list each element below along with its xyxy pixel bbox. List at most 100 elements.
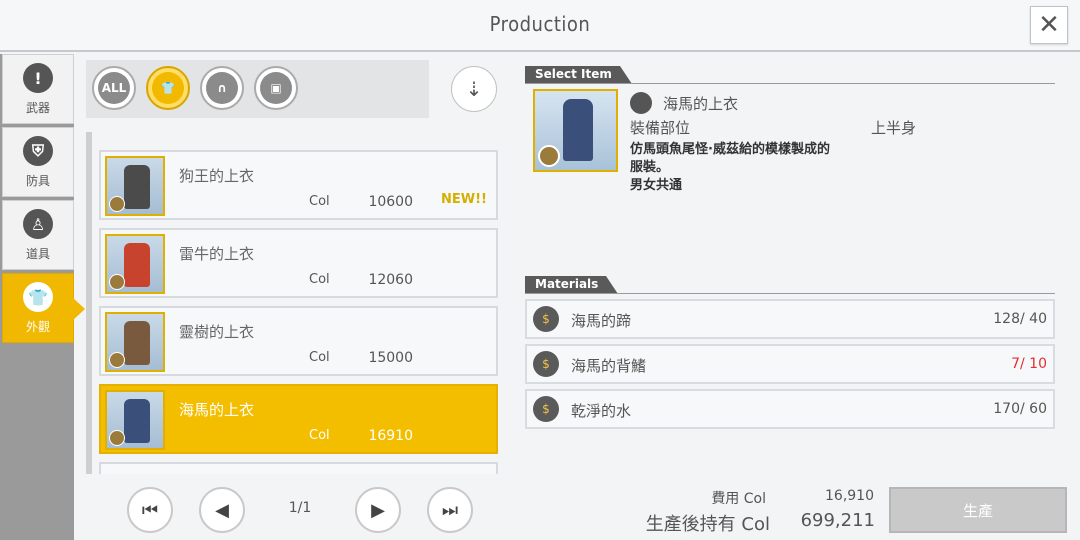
sidebar-item-appearance[interactable]: 👕 外觀 xyxy=(2,273,85,343)
all-filter-icon: ALL xyxy=(98,72,130,104)
shirt-badge-icon xyxy=(109,196,125,212)
material-have: 170 xyxy=(993,401,1020,417)
item-name: 靈樹的上衣 xyxy=(179,323,255,341)
sidebar-item-label: 外觀 xyxy=(25,320,50,334)
filter-outfit-button[interactable]: ▣ xyxy=(254,66,298,110)
filter-bottom-button[interactable]: ∩ xyxy=(200,66,244,110)
item-price: 12060 xyxy=(368,272,413,288)
sort-icon: ⇣ xyxy=(465,77,483,101)
pouch-icon: $ xyxy=(533,351,559,377)
item-description: 仿馬頭魚尾怪·威茲給的模樣製成的服裝。 男女共通 xyxy=(630,141,830,195)
outfit-filter-icon: ▣ xyxy=(260,72,292,104)
selected-item-thumbnail xyxy=(533,89,618,172)
page-title: Production xyxy=(489,12,591,36)
item-name: 狗王的上衣 xyxy=(179,167,255,185)
filter-bar: ALL 👕 ∩ ▣ xyxy=(86,60,429,118)
next-page-button[interactable]: ▶ xyxy=(355,487,401,533)
material-need: 60 xyxy=(1029,401,1047,417)
pouch-icon: $ xyxy=(533,306,559,332)
item-price: 15000 xyxy=(368,350,413,366)
sidebar-item-label: 道具 xyxy=(25,247,50,261)
material-row: $ 乾淨的水 170/ 60 xyxy=(525,389,1055,429)
selected-item-name: 海馬的上衣 xyxy=(663,95,739,113)
shirt-badge-icon xyxy=(109,430,125,446)
sort-button[interactable]: ⇣ xyxy=(451,66,497,112)
skip-last-icon: ⏭ xyxy=(441,499,459,521)
close-icon: ✕ xyxy=(1038,10,1060,40)
cost-value: 16,910 xyxy=(825,488,874,504)
shirt-badge-icon xyxy=(109,352,125,368)
prev-page-button[interactable]: ◀ xyxy=(199,487,245,533)
balance-after-label: 生產後持有 Col xyxy=(645,514,770,535)
material-have: 128 xyxy=(993,311,1020,327)
filter-all-button[interactable]: ALL xyxy=(92,66,136,110)
material-count: 170/ 60 xyxy=(993,401,1047,417)
select-item-header: Select Item xyxy=(525,66,632,84)
first-page-button[interactable]: ⏮ xyxy=(127,487,173,533)
shirt-badge-icon xyxy=(538,145,560,167)
material-name: 乾淨的水 xyxy=(571,402,632,420)
sidebar-item-armor[interactable]: ⛨ 防具 xyxy=(2,127,74,197)
item-currency-label: Col xyxy=(309,194,330,209)
gender-note: 男女共通 xyxy=(630,178,683,193)
last-page-button[interactable]: ⏭ xyxy=(427,487,473,533)
skip-first-icon: ⏮ xyxy=(141,499,159,521)
item-name: 雷牛的上衣 xyxy=(179,245,255,263)
item-thumbnail xyxy=(105,156,165,216)
materials-header: Materials xyxy=(525,276,619,294)
list-item[interactable]: 狗王的上衣 Col 10600 NEW!! xyxy=(99,150,498,220)
close-button[interactable]: ✕ xyxy=(1030,6,1068,44)
cost-label: 費用 Col xyxy=(711,491,766,507)
shirt-type-icon xyxy=(630,92,652,114)
sidebar-item-label: 武器 xyxy=(25,101,50,115)
top-filter-icon: 👕 xyxy=(152,72,184,104)
material-row: $ 海馬的背鰭 7/ 10 xyxy=(525,344,1055,384)
material-count: 128/ 40 xyxy=(993,311,1047,327)
material-row: $ 海馬的蹄 128/ 40 xyxy=(525,299,1055,339)
filter-top-button[interactable]: 👕 xyxy=(146,66,190,110)
list-item[interactable]: 雷牛的上衣 Col 12060 xyxy=(99,228,498,298)
item-list: 狗王的上衣 Col 10600 NEW!! 雷牛的上衣 Col 12060 靈樹… xyxy=(99,150,498,474)
shirt-badge-icon xyxy=(109,274,125,290)
arrow-right-icon: ▶ xyxy=(371,499,385,521)
pouch-icon: $ xyxy=(533,396,559,422)
page-indicator: 1/1 xyxy=(288,500,312,516)
item-name: 海馬的上衣 xyxy=(179,401,255,419)
item-thumbnail xyxy=(105,390,165,450)
list-item-selected[interactable]: 海馬的上衣 Col 16910 xyxy=(99,384,498,454)
item-thumbnail xyxy=(105,312,165,372)
item-price: 16910 xyxy=(368,428,413,444)
list-item[interactable] xyxy=(99,462,498,474)
material-need: 40 xyxy=(1029,311,1047,327)
armor-icon: ⛨ xyxy=(23,136,53,166)
item-currency-label: Col xyxy=(309,428,330,443)
divider xyxy=(525,293,1055,294)
list-scrollbar[interactable] xyxy=(86,132,92,474)
sidebar-item-label: 防具 xyxy=(25,174,50,188)
category-sidebar: ! 武器 ⛨ 防具 ♙ 道具 👕 外觀 xyxy=(0,54,85,540)
material-name: 海馬的蹄 xyxy=(571,312,632,330)
material-count: 7/ 10 xyxy=(1011,356,1047,372)
new-badge: NEW!! xyxy=(441,192,487,207)
sidebar-item-items[interactable]: ♙ 道具 xyxy=(2,200,74,270)
material-name: 海馬的背鰭 xyxy=(571,357,647,375)
sidebar-item-weapons[interactable]: ! 武器 xyxy=(2,54,74,124)
balance-after-value: 699,211 xyxy=(800,510,875,531)
item-currency-label: Col xyxy=(309,350,330,365)
produce-button[interactable]: 生產 xyxy=(889,487,1067,533)
list-item[interactable]: 靈樹的上衣 Col 15000 xyxy=(99,306,498,376)
potion-icon: ♙ xyxy=(23,209,53,239)
shirt-icon: 👕 xyxy=(23,282,53,312)
bottom-filter-icon: ∩ xyxy=(206,72,238,104)
item-thumbnail xyxy=(105,234,165,294)
item-price: 10600 xyxy=(368,194,413,210)
description-text: 仿馬頭魚尾怪·威茲給的模樣製成的服裝。 xyxy=(630,142,830,175)
equip-slot-value: 上半身 xyxy=(871,119,917,137)
arrow-left-icon: ◀ xyxy=(215,499,229,521)
item-currency-label: Col xyxy=(309,272,330,287)
material-need: 10 xyxy=(1029,356,1047,372)
divider xyxy=(525,83,1055,84)
material-have: 7 xyxy=(1011,356,1020,372)
equip-slot-label: 裝備部位 xyxy=(630,119,691,137)
sword-icon: ! xyxy=(23,63,53,93)
